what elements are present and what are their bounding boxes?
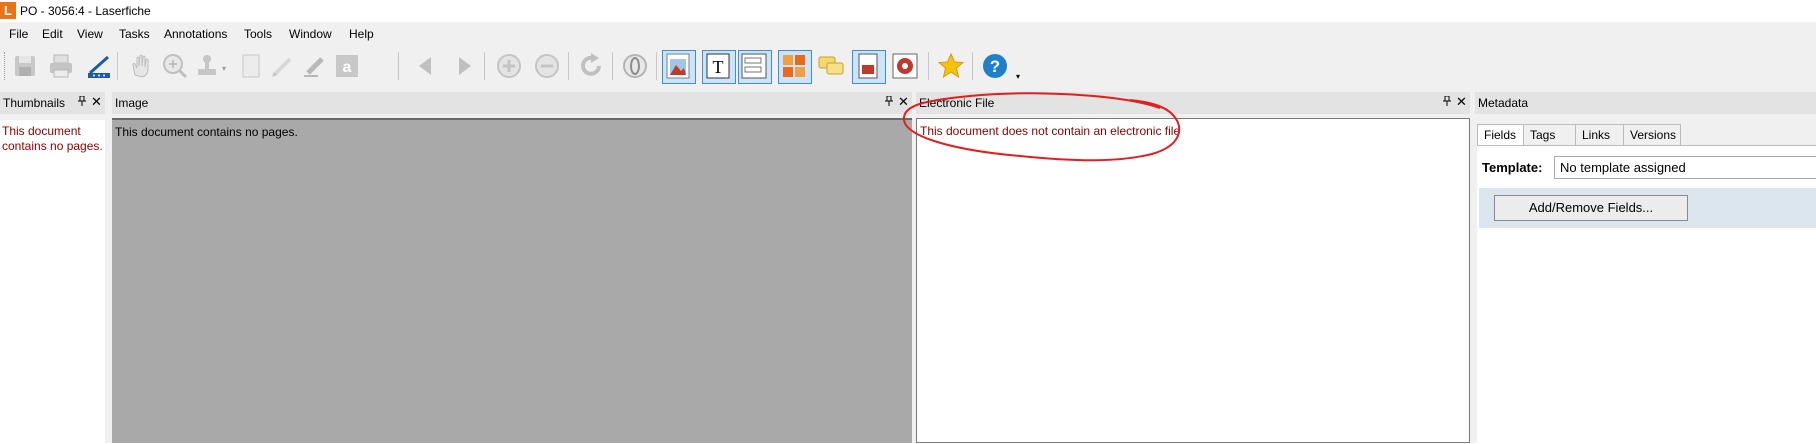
toolbar-separator bbox=[568, 52, 569, 80]
help-dropdown-icon[interactable]: ▾ bbox=[1016, 72, 1020, 81]
menu-view[interactable]: View bbox=[77, 27, 103, 41]
add-icon[interactable] bbox=[494, 51, 524, 81]
template-select-value: No template assigned bbox=[1560, 160, 1686, 175]
stamp-dropdown-icon[interactable]: ▾ bbox=[222, 64, 226, 73]
metadata-pane-icon[interactable] bbox=[738, 50, 772, 84]
window-title: PO - 3056:4 - Laserfiche bbox=[20, 4, 151, 18]
pin-icon[interactable] bbox=[78, 95, 86, 106]
pencil-icon[interactable] bbox=[268, 51, 298, 81]
menu-bar: File Edit View Tasks Annotations Tools W… bbox=[0, 22, 1816, 46]
close-icon[interactable]: ✕ bbox=[1456, 95, 1467, 108]
menu-annotations[interactable]: Annotations bbox=[164, 27, 227, 41]
image-pane-icon[interactable] bbox=[662, 50, 696, 84]
thumbnails-pane-icon[interactable] bbox=[778, 50, 812, 84]
add-remove-fields-button[interactable]: Add/Remove Fields... bbox=[1494, 195, 1688, 221]
zoom-in-icon[interactable] bbox=[160, 51, 190, 81]
close-icon[interactable]: ✕ bbox=[91, 95, 102, 108]
template-select[interactable]: No template assigned bbox=[1554, 156, 1816, 179]
annotations-pane-icon[interactable] bbox=[816, 51, 846, 81]
highlighter-icon[interactable] bbox=[300, 51, 330, 81]
toolbar-separator bbox=[117, 52, 118, 80]
menu-file[interactable]: File bbox=[9, 27, 28, 41]
toolbar-grip bbox=[4, 52, 8, 80]
thumbnails-empty-message: This document contains no pages. bbox=[2, 124, 103, 153]
image-panel-title: Image bbox=[115, 96, 149, 110]
menu-help[interactable]: Help bbox=[349, 27, 374, 41]
image-panel-header: Image ✕ bbox=[112, 92, 912, 114]
page-icon[interactable] bbox=[236, 51, 266, 81]
remove-icon[interactable] bbox=[532, 51, 562, 81]
text-annotation-icon[interactable]: a bbox=[332, 51, 362, 81]
template-label: Template: bbox=[1482, 160, 1543, 175]
previous-page-icon[interactable] bbox=[410, 51, 440, 81]
thumbnails-panel-body: This document contains no pages. bbox=[0, 120, 105, 443]
print-icon[interactable] bbox=[46, 51, 76, 81]
text-pane-icon[interactable]: T bbox=[702, 50, 736, 84]
tab-fields[interactable]: Fields bbox=[1477, 124, 1525, 146]
scan-icon[interactable] bbox=[84, 51, 114, 81]
ocr-icon[interactable] bbox=[620, 51, 650, 81]
toolbar-separator bbox=[928, 52, 929, 80]
red-annotation-circle bbox=[902, 92, 1181, 162]
hand-icon[interactable] bbox=[126, 51, 156, 81]
toolbar: ▾ a T ? ▾ bbox=[0, 46, 1816, 88]
svg-text:?: ? bbox=[990, 57, 1000, 76]
tab-tags[interactable]: Tags bbox=[1523, 124, 1577, 146]
refresh-icon[interactable] bbox=[577, 51, 607, 81]
image-empty-message: This document contains no pages. bbox=[115, 125, 298, 139]
save-icon[interactable] bbox=[10, 51, 40, 81]
title-bar: L PO - 3056:4 - Laserfiche bbox=[0, 0, 1816, 22]
tab-links[interactable]: Links bbox=[1575, 124, 1625, 146]
help-icon[interactable]: ? bbox=[980, 51, 1010, 81]
favorites-icon[interactable] bbox=[936, 51, 966, 81]
image-panel-body: This document contains no pages. bbox=[112, 118, 912, 443]
toolbar-separator bbox=[612, 52, 613, 80]
next-page-icon[interactable] bbox=[450, 51, 480, 81]
settings-icon[interactable] bbox=[890, 51, 920, 81]
toolbar-separator bbox=[398, 52, 399, 80]
thumbnails-panel-header: Thumbnails ✕ bbox=[0, 92, 105, 114]
metadata-panel-header: Metadata bbox=[1475, 92, 1816, 114]
toolbar-separator bbox=[656, 52, 657, 80]
template-row: Template: No template assigned bbox=[1479, 152, 1816, 188]
pin-icon[interactable] bbox=[1443, 95, 1451, 106]
metadata-panel-title: Metadata bbox=[1478, 96, 1529, 110]
electronic-file-pane-icon[interactable] bbox=[852, 50, 886, 84]
tab-versions[interactable]: Versions bbox=[1623, 124, 1681, 146]
svg-text:a: a bbox=[343, 59, 352, 76]
fields-area: Add/Remove Fields... bbox=[1479, 188, 1816, 228]
menu-tasks[interactable]: Tasks bbox=[119, 27, 150, 41]
svg-text:T: T bbox=[713, 57, 724, 77]
toolbar-separator bbox=[484, 52, 485, 80]
toolbar-separator bbox=[972, 52, 973, 80]
app-logo-icon: L bbox=[0, 2, 16, 19]
menu-window[interactable]: Window bbox=[289, 27, 332, 41]
menu-edit[interactable]: Edit bbox=[42, 27, 63, 41]
stamp-icon[interactable] bbox=[192, 51, 222, 81]
thumbnails-panel-title: Thumbnails bbox=[3, 96, 66, 110]
menu-tools[interactable]: Tools bbox=[244, 27, 272, 41]
